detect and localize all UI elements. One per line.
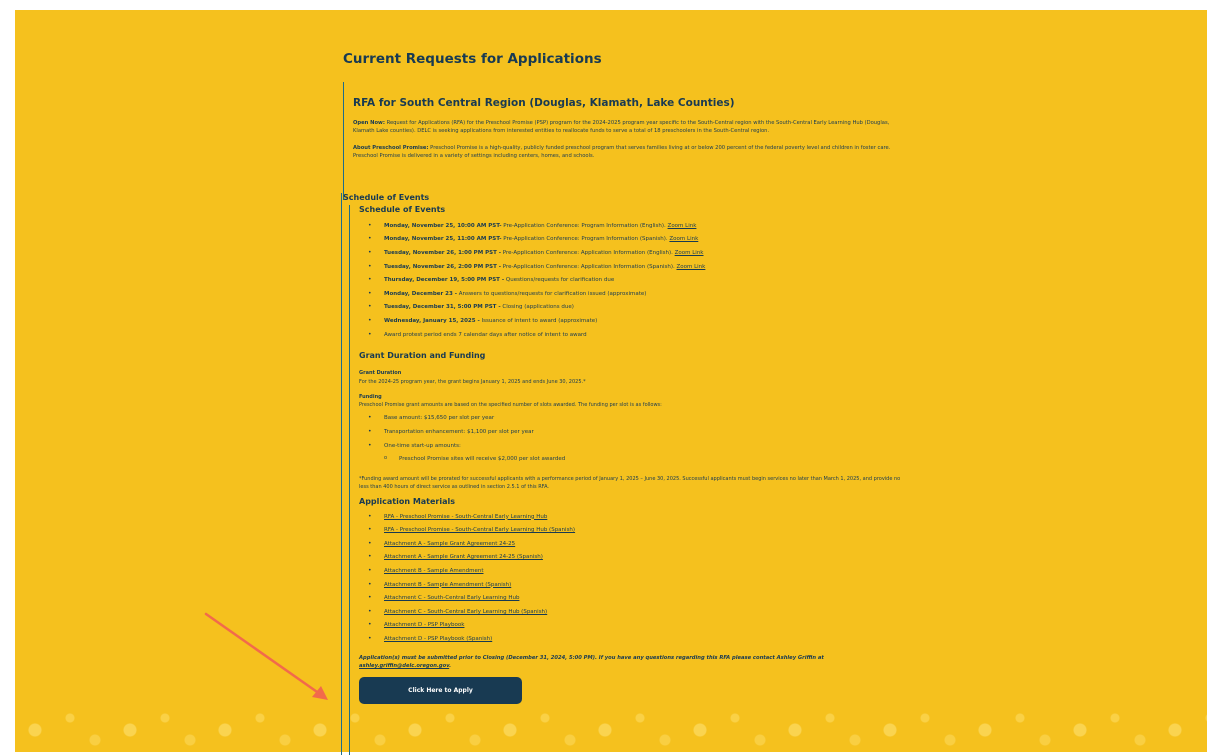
open-now-paragraph: Open Now: Request for Applications (RFA)…: [353, 119, 903, 136]
list-item: Tuesday, November 26, 2:00 PM PST - Pre-…: [359, 263, 904, 278]
list-item: Tuesday, December 31, 5:00 PM PST - Clos…: [359, 303, 904, 318]
materials-heading: Application Materials: [359, 496, 456, 506]
about-text: Preschool Promise is a high-quality, pub…: [353, 144, 891, 160]
material-link[interactable]: Attachment C - South-Central Early Learn…: [384, 609, 547, 615]
funding-note: *Funding award amount will be prorated f…: [359, 475, 901, 491]
list-item: Preschool Promise sites will receive $2,…: [359, 455, 904, 470]
zoom-link[interactable]: Zoom Link: [676, 264, 705, 270]
event-date: Tuesday, November 26, 1:00 PM PST -: [384, 249, 502, 256]
material-link[interactable]: Attachment C - South-Central Early Learn…: [384, 595, 519, 601]
page-title: Current Requests for Applications: [343, 51, 602, 67]
grant-duration-text: For the 2024-25 program year, the grant …: [359, 378, 586, 385]
list-item: Attachment D - PSP Playbook: [359, 621, 904, 636]
list-item: Attachment D - PSP Playbook (Spanish): [359, 635, 904, 650]
rfa-section: RFA for South Central Region (Douglas, K…: [343, 82, 903, 200]
schedule-heading: Schedule of Events: [359, 205, 446, 214]
zoom-link[interactable]: Zoom Link: [675, 250, 704, 256]
contact-email-link[interactable]: ashley.griffin@delc.oregon.gov: [359, 663, 449, 669]
apply-button[interactable]: Click Here to Apply: [359, 677, 522, 705]
material-link[interactable]: Attachment D - PSP Playbook: [384, 622, 464, 628]
list-item: Attachment A - Sample Grant Agreement 24…: [359, 553, 904, 568]
list-item: Thursday, December 19, 5:00 PM PST - Que…: [359, 276, 904, 291]
event-text: Pre-Application Conference: Program Info…: [501, 236, 670, 243]
list-item: RFA - Preschool Promise - South-Central …: [359, 513, 904, 528]
materials-list: RFA - Preschool Promise - South-Central …: [359, 513, 904, 650]
grant-duration-label: Grant Duration: [359, 369, 402, 376]
event-date: Thursday, December 19, 5:00 PM PST -: [384, 277, 505, 284]
closing-end: .: [449, 663, 452, 670]
list-item: Attachment C - South-Central Early Learn…: [359, 608, 904, 623]
event-date: Wednesday, January 15, 2025 -: [384, 317, 480, 324]
event-date: Tuesday, December 31, 5:00 PM PST -: [384, 304, 501, 311]
zoom-link[interactable]: Zoom Link: [668, 223, 697, 229]
event-text: Pre-Application Conference: Program Info…: [501, 222, 668, 229]
event-date: Tuesday, November 26, 2:00 PM PST -: [384, 263, 502, 270]
list-item: RFA - Preschool Promise - South-Central …: [359, 526, 904, 541]
open-now-label: Open Now:: [353, 120, 385, 127]
event-date: Monday, November 25, 10:00 AM PST-: [384, 222, 502, 229]
rfa-title: RFA for South Central Region (Douglas, K…: [353, 97, 735, 109]
closing-text: Application(s) must be submitted prior t…: [359, 654, 824, 661]
list-item: Base amount: $15,650 per slot per year: [359, 414, 904, 429]
event-text: Closing (applications due): [500, 304, 574, 311]
grant-heading: Grant Duration and Funding: [359, 351, 486, 361]
event-text: Pre-Application Conference: Application …: [501, 263, 677, 270]
material-link[interactable]: Attachment A - Sample Grant Agreement 24…: [384, 554, 543, 560]
annotation-arrow-icon: [204, 612, 328, 700]
schedule-list: Monday, November 25, 10:00 AM PST- Pre-A…: [359, 222, 904, 346]
list-item: Award protest period ends 7 calendar day…: [359, 331, 904, 346]
event-text: Answers to questions/requests for clarif…: [456, 290, 647, 297]
list-item: One-time start-up amounts:: [359, 442, 904, 457]
material-link[interactable]: Attachment D - PSP Playbook (Spanish): [384, 636, 492, 642]
event-text: Pre-Application Conference: Application …: [501, 249, 675, 256]
schedule-accordion-title[interactable]: Schedule of Events: [343, 193, 429, 204]
material-link[interactable]: Attachment A - Sample Grant Agreement 24…: [384, 541, 515, 547]
about-paragraph: About Preschool Promise: Preschool Promi…: [353, 144, 903, 161]
schedule-content: Schedule of Events Monday, November 25, …: [349, 205, 904, 755]
funding-label: Funding: [359, 393, 382, 400]
material-link[interactable]: RFA - Preschool Promise - South-Central …: [384, 527, 575, 533]
list-item: Wednesday, January 15, 2025 - Issuance o…: [359, 317, 904, 332]
zoom-link[interactable]: Zoom Link: [669, 236, 698, 242]
event-text: Award protest period ends 7 calendar day…: [384, 331, 587, 338]
list-item: Attachment B - Sample Amendment: [359, 567, 904, 582]
event-date: Monday, December 23 -: [384, 290, 457, 297]
funding-text: Preschool Promise grant amounts are base…: [359, 402, 662, 409]
list-item: Monday, December 23 - Answers to questio…: [359, 290, 904, 305]
list-item: Attachment A - Sample Grant Agreement 24…: [359, 540, 904, 555]
list-item: Monday, November 25, 11:00 AM PST- Pre-A…: [359, 235, 904, 250]
list-item: Transportation enhancement: $1,100 per s…: [359, 428, 904, 443]
list-item: Monday, November 25, 10:00 AM PST- Pre-A…: [359, 222, 904, 237]
event-text: Issuance of intent to award (approximate…: [479, 317, 598, 324]
material-link[interactable]: Attachment B - Sample Amendment (Spanish…: [384, 582, 511, 588]
about-label: About Preschool Promise:: [353, 144, 429, 151]
list-item: Attachment B - Sample Amendment (Spanish…: [359, 581, 904, 596]
list-item: Attachment C - South-Central Early Learn…: [359, 594, 904, 609]
open-now-text: Request for Applications (RFA) for the P…: [353, 120, 890, 135]
material-link[interactable]: Attachment B - Sample Amendment: [384, 568, 483, 574]
closing-note: Application(s) must be submitted prior t…: [359, 654, 904, 672]
event-text: Questions/requests for clarification due: [504, 277, 615, 284]
material-link[interactable]: RFA - Preschool Promise - South-Central …: [384, 514, 547, 520]
schedule-accordion: Schedule of Events Schedule of Events Mo…: [341, 193, 911, 755]
funding-sub-list: Preschool Promise sites will receive $2,…: [359, 455, 904, 470]
event-date: Monday, November 25, 11:00 AM PST-: [384, 236, 502, 243]
funding-list: Base amount: $15,650 per slot per year T…: [359, 414, 904, 457]
list-item: Tuesday, November 26, 1:00 PM PST - Pre-…: [359, 249, 904, 264]
